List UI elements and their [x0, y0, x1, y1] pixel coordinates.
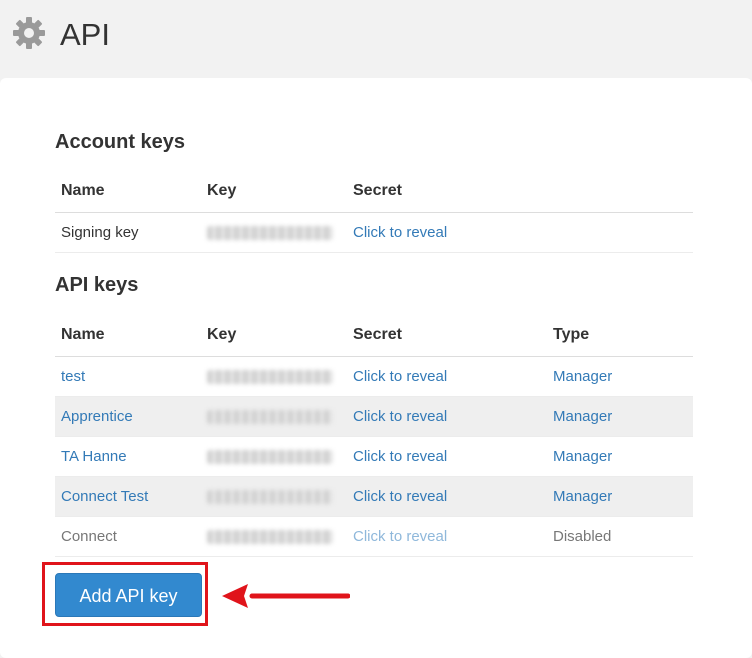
key-value-redacted: [201, 436, 347, 477]
reveal-secret-link-disabled[interactable]: Click to reveal: [347, 516, 547, 557]
key-type-disabled: Disabled: [547, 516, 693, 557]
table-row: Apprentice Click to reveal Manager: [55, 396, 693, 437]
redacted-key: [207, 410, 333, 425]
reveal-secret-link[interactable]: Click to reveal: [347, 396, 547, 437]
page-title: API: [60, 17, 110, 52]
key-type-link[interactable]: Manager: [547, 476, 693, 517]
table-header-row: Name Key Secret: [55, 170, 693, 213]
api-key-name-link[interactable]: TA Hanne: [55, 436, 201, 477]
key-type-link[interactable]: Manager: [547, 436, 693, 477]
account-keys-title: Account keys: [55, 131, 186, 153]
column-header-name: Name: [55, 170, 201, 213]
api-keys-title: API keys: [55, 274, 139, 296]
reveal-secret-link[interactable]: Click to reveal: [347, 436, 547, 477]
empty-cell: [547, 212, 693, 253]
account-keys-table: Name Key Secret Signing key Click to rev…: [55, 170, 693, 253]
key-name: Signing key: [55, 212, 201, 253]
api-key-name-link[interactable]: Connect Test: [55, 476, 201, 517]
api-keys-table: Name Key Secret Type test Click to revea…: [55, 314, 693, 557]
redacted-key: [207, 226, 333, 241]
redacted-key: [207, 530, 333, 545]
column-header-key: Key: [201, 314, 347, 357]
table-row: TA Hanne Click to reveal Manager: [55, 436, 693, 477]
gear-icon: [13, 17, 45, 49]
column-header-name: Name: [55, 314, 201, 357]
reveal-secret-link[interactable]: Click to reveal: [347, 356, 547, 397]
api-key-name-link[interactable]: Apprentice: [55, 396, 201, 437]
table-row: Signing key Click to reveal: [55, 212, 693, 253]
redacted-key: [207, 370, 333, 385]
key-value-redacted: [201, 476, 347, 517]
add-api-key-button[interactable]: Add API key: [55, 573, 202, 617]
key-type-link[interactable]: Manager: [547, 356, 693, 397]
table-row: Connect Click to reveal Disabled: [55, 516, 693, 557]
key-value-redacted: [201, 396, 347, 437]
redacted-key: [207, 490, 333, 505]
table-row: Connect Test Click to reveal Manager: [55, 476, 693, 517]
api-key-name-disabled: Connect: [55, 516, 201, 557]
table-header-row: Name Key Secret Type: [55, 314, 693, 357]
reveal-secret-link[interactable]: Click to reveal: [347, 212, 547, 253]
column-header-secret: Secret: [347, 170, 547, 213]
key-type-link[interactable]: Manager: [547, 396, 693, 437]
key-value-redacted: [201, 356, 347, 397]
api-key-name-link[interactable]: test: [55, 356, 201, 397]
arrow-pointer-icon: [222, 584, 350, 608]
column-header-type: Type: [547, 314, 693, 357]
reveal-secret-link[interactable]: Click to reveal: [347, 476, 547, 517]
table-row: test Click to reveal Manager: [55, 356, 693, 397]
key-value-redacted: [201, 212, 347, 253]
key-value-redacted: [201, 516, 347, 557]
column-header-empty: [547, 170, 693, 213]
page-header: API: [0, 0, 752, 78]
redacted-key: [207, 450, 333, 465]
column-header-key: Key: [201, 170, 347, 213]
column-header-secret: Secret: [347, 314, 547, 357]
